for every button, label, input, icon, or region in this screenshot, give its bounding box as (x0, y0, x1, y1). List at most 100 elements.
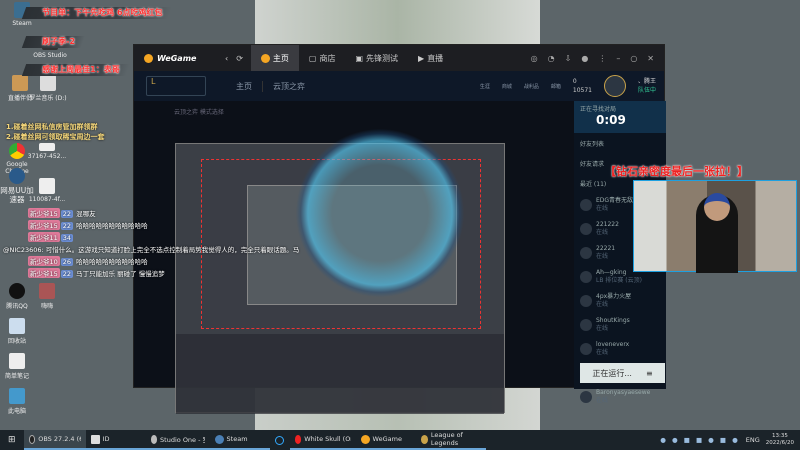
taskbar: ⊞ OBS 27.2.4 (64-bi... ID Studio One - 罗… (0, 430, 800, 450)
friend-item[interactable]: loveneverx 在线 (574, 337, 666, 361)
clock-date: 2022/6/20 (765, 440, 794, 446)
test-icon: ▣ (355, 53, 364, 63)
fan-level: 26 (60, 258, 74, 266)
friend-avatar (580, 391, 592, 403)
fan-level: 22 (60, 270, 74, 278)
tab-label: 先锋测试 (366, 53, 399, 63)
clock[interactable]: 13:35 2022/6/20 (766, 433, 794, 447)
icon-label: OBS Studio (33, 52, 67, 59)
profile-avatar[interactable] (603, 75, 626, 97)
desktop-icon[interactable]: 罗兰音乐 (D:) (28, 75, 68, 102)
friend-avatar (580, 247, 592, 259)
chat-text: 马丁只能加乐 丽碰了 慢慢追梦 (76, 270, 165, 278)
wegame-logo: WeGame (134, 53, 219, 63)
friend-name: 221222 (596, 221, 619, 228)
maximize-icon[interactable]: ○ (630, 54, 637, 63)
desktop-icon[interactable]: 嗨嗨 (27, 283, 67, 310)
taskbar-label: OBS 27.2.4 (64-bi... (38, 435, 80, 443)
tab-home[interactable]: 主页 (250, 45, 299, 71)
system-tray: ● ● ■ ■ ● ■ ● ENG 13:35 2022/6/20 (660, 433, 800, 447)
taskbar-wegame[interactable]: WeGame (355, 430, 416, 450)
subtab-home[interactable]: 主页 (226, 81, 262, 92)
tray-icons[interactable]: ● ● ■ ■ ● ■ ● (660, 436, 740, 444)
start-button[interactable]: ⊞ (0, 430, 24, 450)
friend-avatar (580, 223, 592, 235)
desktop-icon[interactable]: 37167-452... (27, 143, 67, 160)
friend-name: 4px暴力火屋 (596, 293, 632, 300)
friend-name: Baronyasyaesewe (596, 389, 651, 396)
cam-title: 【钻石亲密度最后一张拉！】 (605, 165, 748, 178)
refresh-icon[interactable]: ⟳ (234, 54, 251, 63)
running-bar[interactable]: 正在运行... ≡ (580, 363, 665, 383)
nav-store[interactable]: 商城 (502, 83, 512, 90)
taskbar-cortana[interactable] (270, 430, 290, 450)
hamburger-icon[interactable]: ≡ (646, 369, 653, 378)
icon-label: Steam (12, 20, 32, 27)
download-icon[interactable]: ⇩ (565, 54, 572, 63)
taskbar-studio-one[interactable]: Studio One - 罗兰... (145, 430, 210, 450)
fan-level: 22 (60, 210, 74, 218)
friend-avatar (580, 319, 592, 331)
close-icon[interactable]: ✕ (647, 54, 654, 63)
taskbar-id[interactable]: ID (85, 430, 146, 450)
tab-live[interactable]: ▶ 直播 (408, 45, 453, 71)
taskbar-steam[interactable]: Steam (209, 430, 270, 450)
notice-line-1: 1.碰着丝网私信房管加群领群 (6, 123, 98, 131)
nav-loot[interactable]: 战利品 (524, 83, 539, 90)
fan-badge: 新少爷15 (28, 220, 60, 230)
friend-avatar (580, 271, 592, 283)
wegame-logo-icon (144, 53, 153, 63)
nav-profile[interactable]: 生涯 (480, 83, 490, 90)
friend-name: Ah—gking (596, 269, 627, 276)
notice-line-2: 2.碰着丝网可领取稀宝周边一套 (6, 133, 105, 141)
lol-logo: L (146, 76, 206, 96)
friend-name: EDG青春无敌 (596, 197, 634, 204)
fan-badge: 新少爷15 (28, 208, 60, 218)
taskbar-white-skull[interactable]: White Skull (Origi... (289, 430, 356, 450)
season-banner: 刷子季-2 (21, 36, 86, 48)
friend-item[interactable]: Baronyasyaesewe 在线 (574, 385, 666, 409)
friend-item[interactable]: ShoutKings 在线 (574, 313, 666, 337)
minimize-icon[interactable]: – (616, 54, 620, 63)
fan-badge: 新少爷15 (28, 268, 60, 278)
tab-pioneer[interactable]: ▣ 先锋测试 (345, 45, 408, 71)
desktop-icon[interactable]: 回收站 (0, 318, 37, 345)
language-indicator[interactable]: ENG (746, 436, 760, 444)
thanks-banner: 感谢上周最佳1：表哥 (21, 64, 130, 76)
back-icon[interactable]: ‹ (219, 54, 234, 63)
friends-header: 好友列表 (580, 140, 605, 148)
chat-message: 新少爷15 22 哈哈哈哈哈哈哈哈哈哈哈 (28, 220, 148, 230)
desktop-icon[interactable]: 此电脑 (0, 388, 37, 415)
chat-text: 混哪友 (76, 210, 96, 218)
shield-icon[interactable]: ◎ (531, 54, 538, 63)
icon-label: 110087-4f... (28, 196, 66, 203)
taskbar-obs[interactable]: OBS 27.2.4 (64-bi... (23, 430, 86, 450)
chat-message: 新少爷15 22 混哪友 (28, 208, 96, 218)
nav-mail[interactable]: 邮箱 (551, 83, 561, 90)
wegame-titlebar: WeGame ‹ ⟳ 主页 ▢ 商店 ▣ 先锋测试 ▶ 直播 ◎ ◔ ⇩ ● ⋮ – ○ ✕ (134, 45, 664, 71)
subtab-tft[interactable]: 云顶之弈 (262, 80, 315, 92)
icon-label: 罗兰音乐 (D:) (29, 95, 67, 102)
clock-time: 13:35 (771, 433, 788, 439)
friend-avatar (580, 199, 592, 211)
be-balance: 10571 (572, 87, 592, 94)
desktop-icon[interactable]: 简单笔记 (0, 353, 37, 380)
icon-label: 回收站 (7, 338, 26, 345)
menu-icon[interactable]: ⋮ (598, 54, 606, 63)
rp-balance: 0 (572, 78, 577, 85)
taskbar-lol[interactable]: League of Legends (415, 430, 486, 450)
chat-icon[interactable]: ◔ (548, 54, 555, 63)
taskbar-label: League of Legends (430, 431, 463, 447)
chat-text: 哈哈哈哈哈哈哈哈哈哈哈 (76, 258, 148, 266)
desktop-icon[interactable]: 110087-4f... (27, 178, 67, 203)
tab-store[interactable]: ▢ 商店 (299, 45, 346, 71)
home-icon (260, 53, 270, 63)
avatar[interactable]: ● (581, 54, 588, 63)
play-icon: ▶ (418, 53, 425, 63)
icon-label: 37167-452... (27, 153, 67, 160)
icon-label: 此电脑 (7, 408, 26, 415)
friend-status: LB 排位赛 (云顶) (596, 277, 642, 284)
friend-status: 在线 (596, 349, 609, 356)
friend-status: 在线 (596, 205, 609, 212)
friend-item[interactable]: 4px暴力火屋 在线 (574, 289, 666, 313)
